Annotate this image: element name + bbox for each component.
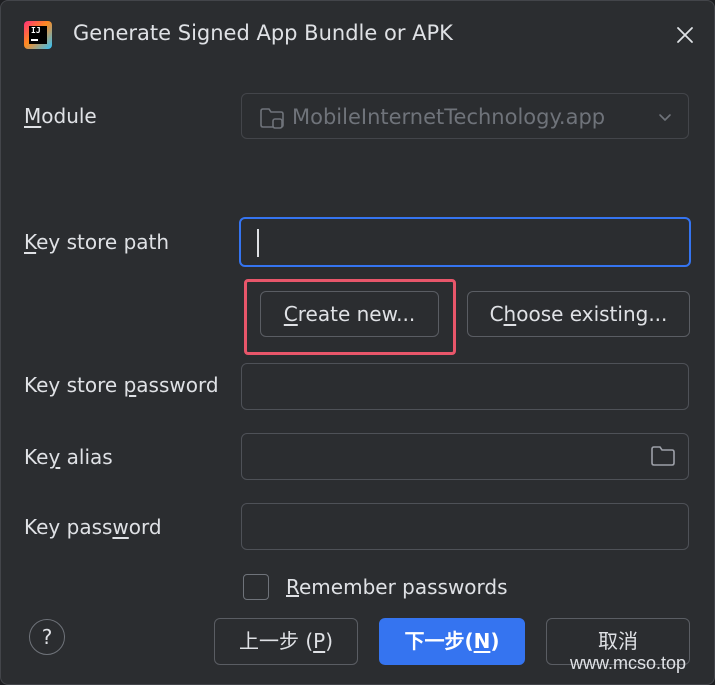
key-store-path-label: Key store path [24, 230, 170, 254]
key-alias-input[interactable] [241, 433, 689, 480]
remember-passwords-checkbox[interactable] [243, 574, 269, 600]
app-icon-text: IJ [31, 26, 41, 35]
dialog-title: Generate Signed App Bundle or APK [73, 21, 453, 45]
browse-folder-icon[interactable] [650, 445, 676, 467]
choose-existing-button[interactable]: Choose existing... [467, 291, 690, 337]
module-label: Module [24, 104, 97, 128]
key-store-password-input[interactable] [241, 363, 689, 410]
key-store-password-label: Key store password [24, 373, 219, 397]
generate-signed-bundle-dialog: IJ Generate Signed App Bundle or APK Mod… [0, 0, 715, 685]
watermark-text: www.mcso.top [570, 653, 687, 673]
module-folder-icon [260, 108, 284, 129]
module-combobox[interactable]: MobileInternetTechnology.app [241, 93, 689, 139]
title-bar: IJ Generate Signed App Bundle or APK [1, 1, 714, 69]
remember-passwords-label[interactable]: Remember passwords [286, 575, 508, 599]
help-button[interactable]: ? [29, 619, 65, 655]
module-value: MobileInternetTechnology.app [292, 105, 606, 129]
create-new-button[interactable]: Create new... [260, 291, 439, 337]
intellij-app-icon: IJ [24, 21, 52, 49]
previous-button[interactable]: 上一步 (P) [214, 618, 358, 665]
next-button[interactable]: 下一步(N) [379, 618, 525, 665]
key-password-input[interactable] [241, 503, 689, 550]
key-password-label: Key password [24, 515, 162, 539]
text-caret [257, 229, 259, 257]
close-icon[interactable] [673, 23, 697, 47]
key-alias-label: Key alias [24, 445, 113, 469]
chevron-down-icon [659, 114, 671, 121]
key-store-path-input[interactable] [239, 217, 691, 267]
